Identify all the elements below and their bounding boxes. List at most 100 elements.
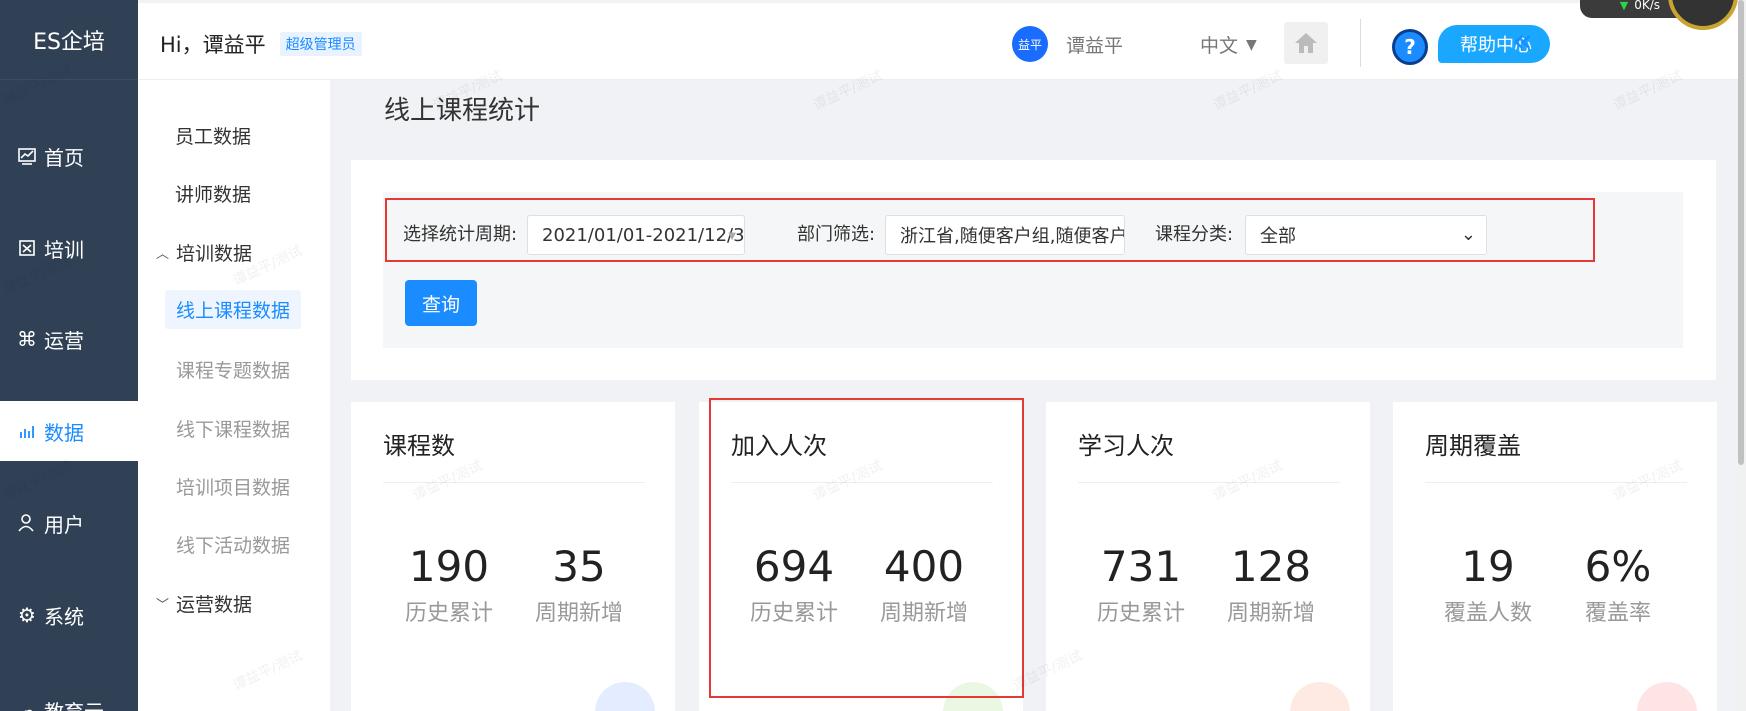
caret-down-icon: ▼	[1246, 36, 1257, 53]
stat-col-a: 190 历史累计	[384, 542, 514, 627]
gear-icon: ⚙	[18, 603, 36, 627]
stat-col-a: 731 历史累计	[1076, 542, 1206, 627]
stat-col-b: 35 周期新增	[514, 542, 644, 627]
nav-home-label: 首页	[44, 145, 84, 170]
stat-decoration-icon	[595, 682, 655, 711]
subnav-training-project-data[interactable]: 培训项目数据	[176, 473, 290, 500]
subnav-training-data-group[interactable]: ︿ 培训数据	[156, 239, 252, 266]
stat-value: 190	[408, 542, 490, 591]
bar-chart-icon	[16, 420, 38, 442]
nav-operations[interactable]: ⌘ 运营	[0, 309, 138, 369]
stat-title: 课程数	[383, 432, 455, 460]
stat-value: 35	[552, 542, 606, 591]
subnav-employee-data[interactable]: 员工数据	[175, 122, 251, 149]
page-scrollbar[interactable]	[1738, 0, 1746, 711]
user-icon	[16, 512, 38, 534]
stat-label: 历史累计	[404, 601, 493, 626]
subnav-offline-activity-data[interactable]: 线下活动数据	[176, 531, 290, 558]
greeting-text: Hi，谭益平	[160, 33, 266, 57]
stat-decoration-icon	[1290, 682, 1350, 711]
language-select[interactable]: 中文 ▼	[1200, 31, 1257, 58]
stat-decoration-icon	[1637, 682, 1697, 711]
chevron-down-icon: ⌄	[1460, 224, 1476, 245]
stat-title: 周期覆盖	[1425, 432, 1521, 460]
avatar[interactable]: 益平	[1012, 26, 1048, 62]
home-button[interactable]	[1284, 22, 1328, 64]
subnav-operations-data-label: 运营数据	[176, 594, 253, 616]
book-icon	[16, 237, 38, 259]
header-divider	[1360, 19, 1361, 67]
caret-down-icon: ▼	[728, 231, 736, 242]
filter-row-highlight: 选择统计周期: 2021/01/01-2021/12/31 ▼ 部门筛选: 浙江…	[385, 198, 1595, 262]
main-sidebar: ES企培 首页 培训 ⌘ 运营 数据 用户 ⚙ 系统 ☁ 教育云	[0, 0, 138, 711]
nav-edu-cloud-label: 教育云	[44, 696, 104, 711]
download-arrow-icon: ▼	[1619, 0, 1629, 12]
chevron-down-icon: ﹀	[156, 598, 170, 613]
category-select[interactable]: 全部 ⌄	[1245, 215, 1487, 255]
user-name[interactable]: 谭益平	[1066, 31, 1123, 58]
command-icon: ⌘	[17, 327, 37, 351]
highlight-box	[709, 398, 1024, 698]
greeting: Hi，谭益平 超级管理员	[160, 29, 362, 59]
stat-title: 学习人次	[1078, 432, 1174, 460]
period-picker[interactable]: 2021/01/01-2021/12/31 ▼	[527, 215, 745, 255]
chart-icon	[16, 145, 38, 167]
stat-label: 覆盖率	[1584, 601, 1651, 626]
stat-value: 19	[1461, 542, 1515, 591]
subnav-online-course-data[interactable]: 线上课程数据	[165, 290, 302, 329]
chevron-up-icon: ︿	[156, 247, 170, 262]
stat-value: 128	[1230, 542, 1312, 591]
dept-value: 浙江省,随便客户组,随便客户组	[900, 226, 1125, 247]
role-badge: 超级管理员	[279, 32, 362, 56]
dept-label: 部门筛选:	[797, 224, 876, 245]
category-value: 全部	[1260, 226, 1296, 247]
nav-system-label: 系统	[44, 604, 84, 629]
filter-card: 选择统计周期: 2021/01/01-2021/12/31 ▼ 部门筛选: 浙江…	[351, 160, 1716, 380]
data-subnav: 员工数据 讲师数据 ︿ 培训数据 线上课程数据 课程专题数据 线下课程数据 培训…	[138, 80, 330, 711]
stat-label: 周期新增	[1226, 601, 1315, 626]
nav-users[interactable]: 用户	[0, 493, 138, 553]
top-header: Hi，谭益平 超级管理员 益平 谭益平 中文 ▼ ? 帮助中心 «	[138, 3, 1738, 80]
stat-label: 覆盖人数	[1443, 601, 1532, 626]
nav-system[interactable]: ⚙ 系统	[0, 585, 138, 645]
stat-card-courses: 课程数 190 历史累计 35 周期新增	[351, 402, 675, 711]
stat-divider	[383, 482, 645, 483]
filter-panel: 选择统计周期: 2021/01/01-2021/12/31 ▼ 部门筛选: 浙江…	[383, 192, 1683, 348]
nav-edu-cloud[interactable]: ☁ 教育云	[0, 680, 138, 711]
stat-col-b: 6% 覆盖率	[1553, 542, 1683, 627]
brand-logo: ES企培	[0, 0, 138, 80]
nav-home[interactable]: 首页	[0, 126, 138, 186]
page-title: 线上课程统计	[384, 96, 541, 126]
language-label: 中文	[1200, 35, 1239, 57]
stat-label: 周期新增	[534, 601, 623, 626]
query-button[interactable]: 查询	[405, 280, 477, 326]
subnav-lecturer-data[interactable]: 讲师数据	[175, 180, 251, 207]
period-label: 选择统计周期:	[403, 224, 518, 245]
subnav-course-topic-data[interactable]: 课程专题数据	[176, 356, 290, 383]
dept-field[interactable]: 浙江省,随便客户组,随便客户组	[885, 215, 1125, 255]
help-center-button[interactable]: 帮助中心	[1438, 25, 1550, 63]
nav-data[interactable]: 数据	[0, 401, 138, 461]
stat-divider	[1425, 482, 1687, 483]
subnav-operations-data-group[interactable]: ﹀ 运营数据	[156, 590, 252, 617]
subnav-offline-course-data[interactable]: 线下课程数据	[176, 415, 290, 442]
subnav-training-data-label: 培训数据	[176, 243, 253, 265]
nav-data-label: 数据	[44, 420, 84, 445]
nav-users-label: 用户	[44, 512, 84, 537]
scrollbar-thumb[interactable]	[1738, 0, 1744, 465]
nav-training-label: 培训	[44, 237, 84, 262]
nav-operations-label: 运营	[44, 328, 84, 353]
stat-divider	[1078, 482, 1340, 483]
help-icon[interactable]: ?	[1392, 29, 1428, 65]
nav-training[interactable]: 培训	[0, 218, 138, 278]
stat-col-b: 128 周期新增	[1206, 542, 1336, 627]
stat-col-a: 19 覆盖人数	[1423, 542, 1553, 627]
stat-card-coverage: 周期覆盖 19 覆盖人数 6% 覆盖率	[1393, 402, 1717, 711]
cloud-icon: ☁	[17, 698, 37, 711]
category-label: 课程分类:	[1155, 224, 1234, 245]
period-value: 2021/01/01-2021/12/31	[542, 224, 745, 246]
collapse-icon[interactable]: «	[1512, 21, 1533, 61]
stat-card-learnings: 学习人次 731 历史累计 128 周期新增	[1046, 402, 1370, 711]
stat-value: 6%	[1584, 542, 1652, 591]
stat-label: 历史累计	[1096, 601, 1185, 626]
